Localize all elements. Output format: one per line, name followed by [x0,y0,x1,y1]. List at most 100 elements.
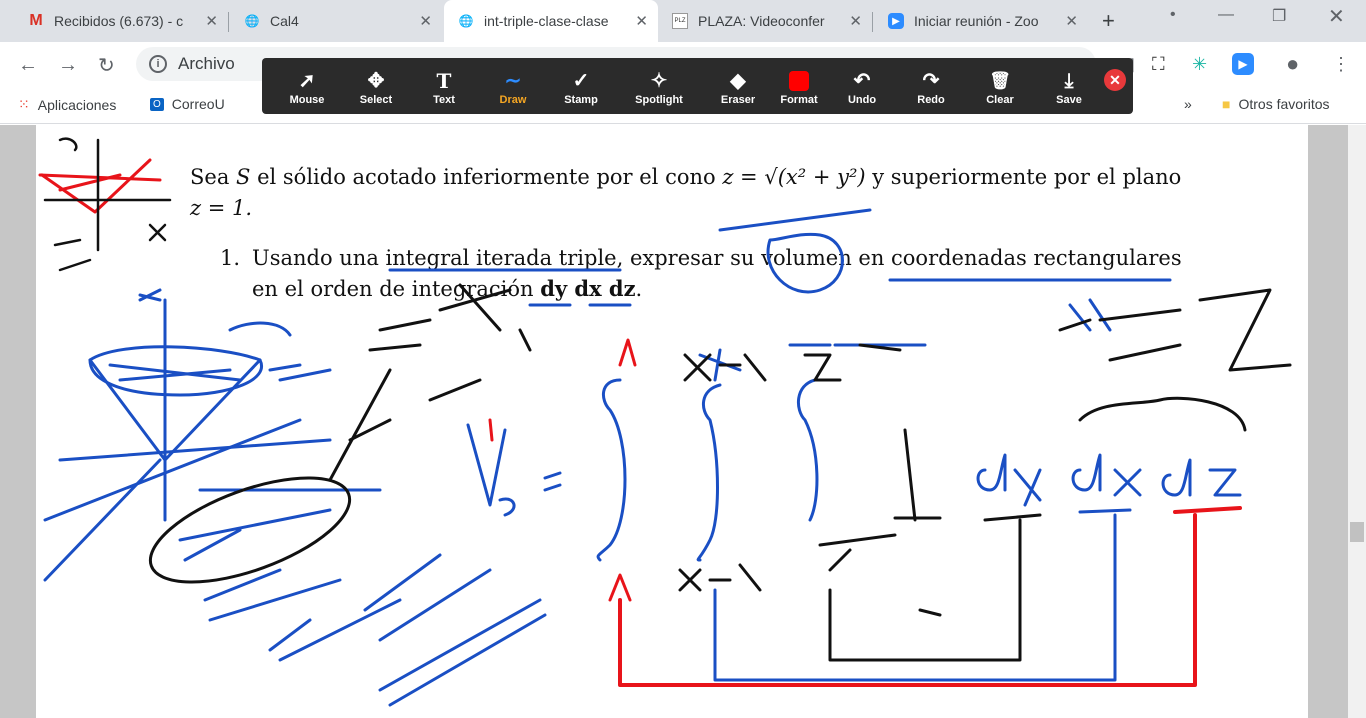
more-label: » [1184,96,1192,112]
tool-label: Select [359,94,393,106]
tool-label: Text [433,94,455,106]
minimize-window-button[interactable]: — [1218,6,1234,24]
tool-format[interactable]: Format [764,58,834,114]
address-prefix: Archivo [178,54,235,73]
tool-draw[interactable]: ∼ Draw [478,58,548,114]
bookmarks-overflow[interactable]: » [1184,96,1192,112]
new-tab-button[interactable]: + [1102,8,1115,34]
tab-zoom[interactable]: ▶ Iniciar reunión - Zoo ✕ [874,6,1088,36]
zoom-icon: ▶ [888,13,904,29]
save-icon: ⤓ [1064,70,1074,92]
tool-clear[interactable]: 🗑 Clear [965,58,1035,114]
tool-save[interactable]: ⤓ Save [1034,58,1104,114]
tool-spotlight[interactable]: ✧ Spotlight [624,58,694,114]
tool-label: Format [780,94,818,106]
close-icon[interactable]: ✕ [849,12,862,30]
tool-select[interactable]: ✥ Select [341,58,411,114]
tool-label: Spotlight [635,94,683,106]
bookmark-label: Aplicaciones [37,96,117,113]
integration-order: dy dx dz [540,276,636,301]
scrollbar-thumb[interactable] [1350,522,1364,542]
tab-title: PLAZA: Videoconfer [698,13,825,29]
spotlight-icon: ✧ [650,70,668,92]
cursor-icon: ➚ [298,70,316,92]
apps-grid-icon: ⁙ [18,96,30,112]
tool-mouse[interactable]: ➚ Mouse [272,58,342,114]
tab-plaza[interactable]: PLZ PLAZA: Videoconfer ✕ [658,6,872,36]
tool-eraser[interactable]: ◆ Eraser [703,58,773,114]
scrollbar[interactable] [1348,125,1366,718]
tool-label: Mouse [289,94,325,106]
text-segment: el sólido acotado inferiormente por el c… [250,165,723,189]
gmail-icon: M [29,12,43,29]
tool-label: Eraser [720,94,756,106]
zoom-extension-icon[interactable]: ▶ [1232,53,1254,75]
text-segment: en el orden de integración [252,277,541,301]
close-annotate-button[interactable]: ✕ [1104,69,1126,91]
undo-icon: ↶ [853,70,871,92]
tab-separator [872,12,873,32]
screenshot-icon[interactable]: ⛶ [1152,54,1165,75]
reload-icon[interactable]: ↻ [98,53,115,78]
tool-label: Draw [499,94,527,106]
item-number: 1. [220,246,241,270]
bookmark-other-favorites[interactable]: ■ Otros favoritos [1222,96,1330,112]
tool-undo[interactable]: ↶ Undo [827,58,897,114]
problem-line-1: Sea S el sólido acotado inferiormente po… [190,165,1181,189]
info-icon[interactable]: i [149,55,167,73]
redo-icon: ↷ [922,70,940,92]
close-icon[interactable]: ✕ [635,12,648,30]
problem-line-2: z = 1. [190,196,253,220]
asterisk-extension-icon[interactable]: ✳ [1192,54,1207,75]
select-move-icon: ✥ [367,70,385,92]
text-segment: Sea [190,165,237,189]
close-icon[interactable]: ✕ [1065,12,1078,30]
close-icon[interactable]: ✕ [419,12,432,30]
text-icon: T [436,69,452,93]
bookmark-label: CorreoU [171,96,225,112]
forward-icon[interactable]: → [58,54,78,77]
close-icon[interactable]: ✕ [205,12,218,30]
tool-label: Save [1056,94,1082,106]
text-segment: . [635,277,643,301]
trash-icon: 🗑 [989,71,1011,90]
tool-label: Stamp [564,94,598,106]
menu-kebab-icon[interactable]: ⋮ [1332,54,1350,75]
tab-title: Cal4 [270,13,299,29]
tab-cal4[interactable]: 🌐 Cal4 ✕ [230,6,442,36]
tool-label: Redo [917,94,945,106]
outlook-icon: O [150,97,164,111]
bookmark-apps[interactable]: ⁙ Aplicaciones [18,96,116,113]
tool-redo[interactable]: ↷ Redo [896,58,966,114]
restore-window-button[interactable]: ❐ [1272,6,1286,26]
tab-title: Recibidos (6.673) - c [54,13,184,29]
text-segment: y superiormente por el plano [865,165,1182,189]
solid-symbol: S [236,165,251,189]
draw-icon: ∼ [504,70,522,92]
tab-int-triple[interactable]: 🌐 int-triple-clase-clase ✕ [444,0,658,42]
tab-title: Iniciar reunión - Zoo [914,13,1039,29]
item-line-2: en el orden de integración dy dx dz. [252,276,642,301]
cone-equation: z = √(x² + y²) [722,165,866,189]
tool-label: Undo [847,94,877,106]
tool-stamp[interactable]: ✓ Stamp [546,58,616,114]
globe-icon: 🌐 [244,14,260,28]
bookmark-label: Otros favoritos [1238,96,1330,112]
plaza-icon: PLZ [672,13,688,29]
item-line-1: Usando una integral iterada triple, expr… [252,246,1182,270]
close-window-button[interactable]: ✕ [1328,4,1345,29]
folder-icon: ■ [1222,96,1231,112]
eraser-icon: ◆ [730,70,746,92]
tab-gmail[interactable]: M Recibidos (6.673) - c ✕ [14,6,228,36]
globe-icon: 🌐 [458,14,474,28]
profile-avatar-icon[interactable]: ● [1286,51,1299,77]
minimize-icon[interactable]: • [1170,6,1176,24]
tool-label: Clear [986,94,1014,106]
bookmark-correo[interactable]: O CorreoU [150,96,225,112]
tab-title: int-triple-clase-clase [484,13,609,29]
format-swatch-icon [789,71,809,91]
tool-text[interactable]: T Text [409,58,479,114]
back-icon[interactable]: ← [18,54,38,77]
stamp-icon: ✓ [572,70,590,92]
tab-separator [228,12,229,32]
